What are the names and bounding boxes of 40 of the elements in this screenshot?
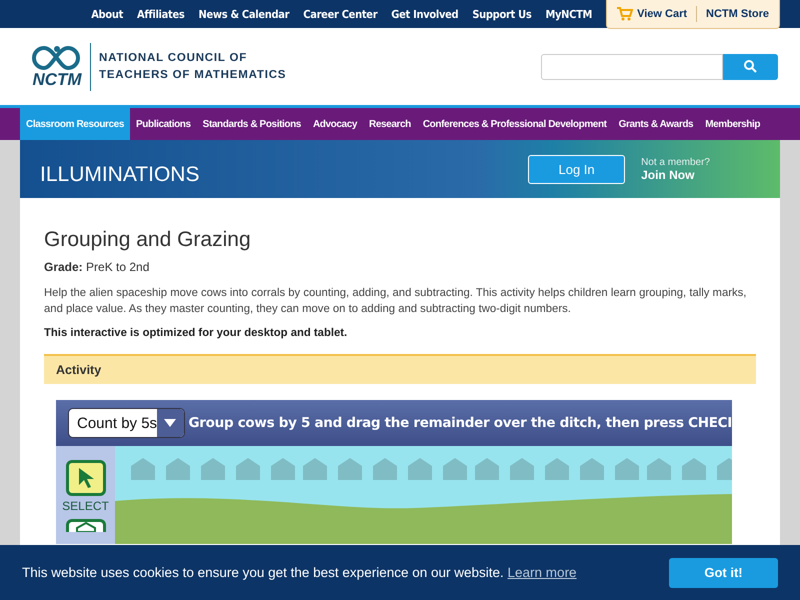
nav-tab[interactable]: Conferences & Professional Development xyxy=(416,108,613,140)
nav-tab[interactable]: Research xyxy=(363,108,417,140)
logo-text: NCTM xyxy=(32,70,82,88)
learn-more-link[interactable]: Learn more xyxy=(508,565,577,580)
organization-name: TEACHERS OF MATHEMATICS xyxy=(99,68,286,82)
top-link[interactable]: News & Calendar xyxy=(198,8,290,20)
cookie-message: This website uses cookies to ensure you get the best experience on our website. Learn more xyxy=(22,565,577,580)
pointer-icon xyxy=(76,467,94,489)
nav-tab[interactable]: Membership xyxy=(699,108,766,140)
activity-heading: Activity xyxy=(56,363,102,377)
search-field[interactable] xyxy=(541,54,723,80)
search-button[interactable] xyxy=(723,54,778,80)
view-cart-link[interactable]: View Cart xyxy=(617,7,688,21)
cart-icon xyxy=(617,7,634,21)
tool-button[interactable] xyxy=(66,519,106,532)
not-member-text: Not a member? xyxy=(641,156,710,168)
nav-tab[interactable]: Grants & Awards xyxy=(612,108,700,140)
top-link[interactable]: MyNCTM xyxy=(545,8,592,20)
banner-title: ILLUMINATIONS xyxy=(40,163,200,187)
description: Help the alien spaceship move cows into corrals by counting, adding, and subtracting. This activity helps children learn grouping, tally marks, and place value. As they master counting, they can move on to adding and subtracting two-digit numbers. xyxy=(44,286,748,317)
top-link[interactable]: Support Us xyxy=(472,8,532,20)
search-icon xyxy=(744,60,757,73)
top-link[interactable]: Affiliates xyxy=(137,8,184,20)
mode-dropdown[interactable]: Count by 5s xyxy=(68,408,185,438)
organization-name: NATIONAL COUNCIL OF xyxy=(99,50,248,66)
tool-button[interactable] xyxy=(66,460,106,496)
nav-tab[interactable]: Standards & Positions xyxy=(196,108,307,140)
store-link[interactable]: NCTM Store xyxy=(706,8,769,20)
nav-tab[interactable]: Advocacy xyxy=(306,108,364,140)
top-link[interactable]: About xyxy=(91,8,124,20)
logo-icon xyxy=(32,44,82,70)
instruction-text: Group cows by 5 and drag the remainder over the ditch, then press CHECI xyxy=(188,415,732,431)
top-link[interactable]: Get Involved xyxy=(391,8,458,20)
nav-tab[interactable]: Publications xyxy=(130,108,197,140)
page-title: Grouping and Grazing xyxy=(44,228,252,252)
optimized-note: This interactive is optimized for your desktop and tablet. xyxy=(44,327,348,339)
caret-icon xyxy=(164,419,176,427)
top-link[interactable]: Career Center xyxy=(303,8,378,20)
grade-text: Grade: PreK to 2nd xyxy=(44,260,150,274)
tool-label: SELECT xyxy=(62,499,109,513)
